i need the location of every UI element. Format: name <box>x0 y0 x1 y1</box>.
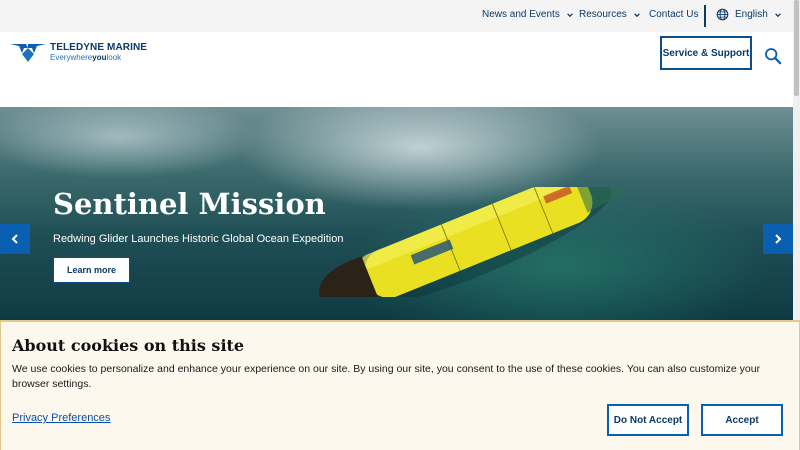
language-selector[interactable]: English <box>716 8 782 21</box>
logo-brand-text: TELEDYNE MARINE <box>50 42 148 53</box>
do-not-accept-button[interactable]: Do Not Accept <box>607 404 689 436</box>
chevron-left-icon <box>11 234 18 244</box>
news-events-label: News and Events <box>482 9 560 20</box>
teledyne-logo-icon <box>10 44 46 62</box>
carousel-next-button[interactable] <box>763 224 793 254</box>
privacy-preferences-link[interactable]: Privacy Preferences <box>12 412 110 424</box>
teledyne-marine-logo[interactable]: TELEDYNE MARINE Everywhereyoulook <box>10 42 147 62</box>
site-header: TELEDYNE MARINE Everywhereyoulook Servic… <box>0 32 793 82</box>
utility-bar: News and Events Resources Contact Us Eng… <box>0 0 793 32</box>
cookie-banner: About cookies on this site We use cookie… <box>0 320 800 450</box>
accept-button[interactable]: Accept <box>701 404 783 436</box>
utility-divider <box>704 5 706 27</box>
resources-menu[interactable]: Resources <box>579 9 641 20</box>
globe-icon <box>716 8 729 21</box>
contact-us-label: Contact Us <box>649 9 699 20</box>
hero-carousel: Sentinel Mission Redwing Glider Launches… <box>0 107 793 320</box>
search-icon[interactable] <box>764 47 782 65</box>
contact-us-link[interactable]: Contact Us <box>649 9 698 20</box>
news-events-menu[interactable]: News and Events <box>482 9 574 20</box>
cookie-banner-text: We use cookies to personalize and enhanc… <box>12 363 761 390</box>
chevron-down-icon <box>566 12 573 17</box>
carousel-prev-button[interactable] <box>0 224 30 254</box>
ocean-glider-image <box>319 187 628 297</box>
cookie-banner-title: About cookies on this site <box>12 336 245 355</box>
hero-title: Sentinel Mission <box>53 187 326 221</box>
learn-more-button[interactable]: Learn more <box>53 257 130 283</box>
chevron-down-icon <box>633 12 640 17</box>
hero-subtitle: Redwing Glider Launches Historic Global … <box>53 233 344 245</box>
chevron-right-icon <box>775 234 782 244</box>
chevron-down-icon <box>774 12 781 17</box>
resources-label: Resources <box>579 9 627 20</box>
service-support-button[interactable]: Service & Support <box>660 36 752 70</box>
logo-tagline: Everywhereyoulook <box>50 53 122 62</box>
scrollbar-thumb[interactable] <box>794 0 799 96</box>
language-label: English <box>735 9 768 20</box>
